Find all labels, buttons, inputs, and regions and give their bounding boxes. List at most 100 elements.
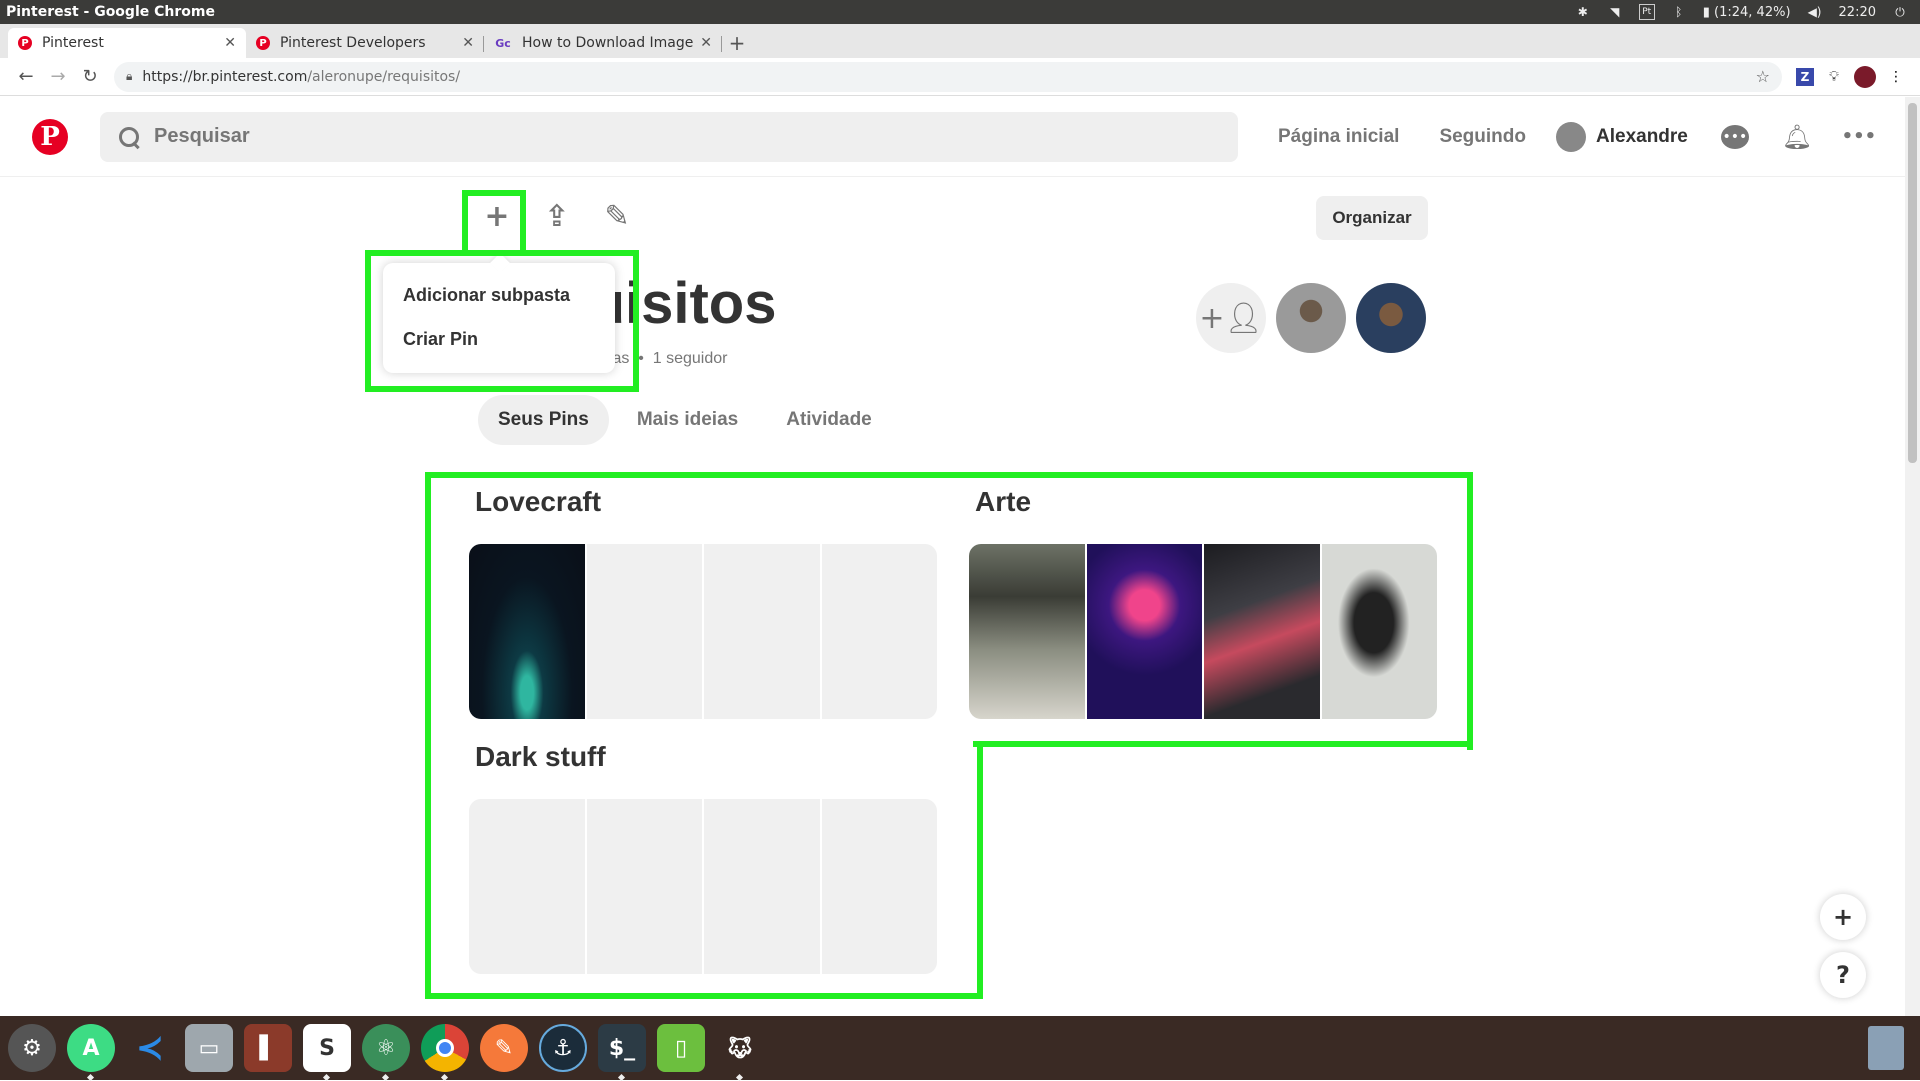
menu-item-create-pin[interactable]: Criar Pin	[383, 317, 615, 361]
keyboard-layout-indicator[interactable]: Pt	[1638, 4, 1655, 20]
page-scrollbar[interactable]	[1905, 97, 1920, 1017]
slack-icon[interactable]: S	[303, 1024, 351, 1081]
new-tab-button[interactable]: +	[722, 28, 752, 58]
tab-label: Pinterest	[42, 35, 104, 51]
close-icon[interactable]: ✕	[224, 35, 236, 51]
empty-thumbnail	[704, 544, 820, 719]
back-arrow-icon[interactable]: ←	[10, 62, 42, 92]
add-collaborator-icon[interactable]: +👤︎	[1196, 283, 1266, 353]
help-floating-button[interactable]: ?	[1820, 952, 1866, 998]
followers-count[interactable]: 1 seguidor	[653, 350, 728, 367]
section-thumbnail-grid	[969, 544, 1437, 719]
tab-activity[interactable]: Atividade	[766, 395, 892, 445]
gimp-icon[interactable]: 🐺︎	[716, 1024, 764, 1081]
forward-arrow-icon[interactable]: →	[42, 62, 74, 92]
zotero-extension-icon[interactable]: Z	[1796, 67, 1814, 86]
board-meta: stas • 1 seguidor	[600, 350, 727, 368]
trash-icon[interactable]	[1868, 1026, 1904, 1070]
android-studio-icon[interactable]: A	[67, 1024, 115, 1081]
tab-label: Pinterest Developers	[280, 35, 426, 51]
reload-icon[interactable]: ↻	[74, 62, 106, 92]
collaborator-avatar[interactable]	[1356, 283, 1426, 353]
power-icon[interactable]: ⏻	[1892, 4, 1908, 20]
avatar	[1556, 121, 1586, 152]
empty-thumbnail	[586, 799, 702, 974]
pin-thumbnail	[1321, 544, 1437, 719]
book-icon[interactable]: ▌	[244, 1024, 292, 1072]
add-floating-button[interactable]: +	[1820, 894, 1866, 940]
url-host: https://br.pinterest.com	[142, 68, 308, 85]
pin-thumbnail	[1204, 544, 1320, 719]
add-menu-dropdown: Adicionar subpasta Criar Pin	[383, 263, 615, 373]
chrome-menu-icon[interactable]: ⋮	[1882, 63, 1910, 91]
battery-indicator[interactable]: ▮ (1:24, 42%)	[1703, 5, 1791, 20]
notifications-bell-icon[interactable]: 🔔︎	[1782, 122, 1812, 152]
nav-home-link[interactable]: Página inicial	[1278, 126, 1399, 148]
settings-gear-icon[interactable]: ✱	[1575, 4, 1591, 20]
files-icon[interactable]: ▭	[185, 1024, 233, 1072]
pin-thumbnail	[969, 544, 1085, 719]
browser-toolbar: ← → ↻ 🔒︎ https://br.pinterest.com/aleron…	[0, 58, 1920, 96]
share-upload-icon[interactable]: ⇪	[537, 198, 577, 234]
pin-thumbnail	[1086, 544, 1202, 719]
user-profile-link[interactable]: Alexandre	[1556, 121, 1688, 152]
more-options-icon[interactable]: •••	[1842, 122, 1877, 152]
battery-text: (1:24, 42%)	[1714, 4, 1791, 20]
notes-app-icon[interactable]: ▯	[657, 1024, 705, 1072]
bookmark-star-icon[interactable]: ☆	[1756, 67, 1770, 86]
empty-thumbnail	[469, 799, 585, 974]
clock[interactable]: 22:20	[1839, 5, 1876, 20]
system-tray: ✱ ◥ Pt ᛒ ▮ (1:24, 42%) ◀) 22:20 ⏻	[1575, 4, 1920, 20]
vscode-icon[interactable]: ≺	[126, 1024, 174, 1072]
wifi-icon[interactable]: ◥	[1607, 4, 1623, 20]
gitkraken-icon[interactable]: ⚓︎	[539, 1024, 587, 1072]
section-thumbnail-grid	[469, 544, 937, 719]
menu-item-add-subfolder[interactable]: Adicionar subpasta	[383, 273, 615, 317]
terminal-icon[interactable]: $_	[598, 1024, 646, 1081]
volume-icon[interactable]: ◀)	[1807, 4, 1823, 20]
gc-icon: Gc	[495, 36, 511, 50]
collaborator-avatar[interactable]	[1276, 283, 1346, 353]
section-card-lovecraft[interactable]: Lovecraft	[469, 486, 937, 719]
scrollbar-thumb[interactable]	[1908, 103, 1917, 463]
add-plus-icon[interactable]: +	[477, 198, 517, 234]
section-card-dark-stuff[interactable]: Dark stuff	[469, 741, 937, 974]
window-title: Pinterest - Google Chrome	[6, 4, 215, 20]
close-icon[interactable]: ✕	[462, 35, 474, 51]
chrome-icon[interactable]	[421, 1024, 469, 1081]
board-toolbar: + ⇪ ✎	[477, 198, 637, 234]
nav-following-link[interactable]: Seguindo	[1439, 126, 1526, 148]
search-icon	[118, 126, 140, 148]
edit-pencil-icon[interactable]: ✎	[597, 198, 637, 234]
atom-icon[interactable]: ⚛︎	[362, 1024, 410, 1081]
tab-label: How to Download Images	[522, 35, 695, 51]
empty-thumbnail	[586, 544, 702, 719]
section-card-arte[interactable]: Arte	[969, 486, 1437, 719]
lightbulb-extension-icon[interactable]: 💡︎	[1820, 63, 1848, 91]
pinterest-logo-icon[interactable]: P	[32, 118, 68, 155]
address-bar[interactable]: 🔒︎ https://br.pinterest.com/aleronupe/re…	[114, 61, 1782, 92]
battery-icon: ▮	[1702, 4, 1710, 20]
lock-icon: 🔒︎	[126, 69, 133, 83]
bluetooth-icon[interactable]: ᛒ	[1671, 4, 1687, 20]
user-name: Alexandre	[1596, 125, 1688, 147]
tab-your-pins[interactable]: Seus Pins	[478, 395, 609, 445]
empty-thumbnail	[821, 544, 937, 719]
search-bar[interactable]	[100, 111, 1238, 162]
postman-icon[interactable]: ✎	[480, 1024, 528, 1072]
search-input[interactable]	[154, 125, 1054, 148]
browser-tab-pinterest[interactable]: P Pinterest ✕	[8, 28, 246, 58]
empty-thumbnail	[704, 799, 820, 974]
organize-button[interactable]: Organizar	[1316, 196, 1428, 240]
browser-tab-how-to-download[interactable]: Gc How to Download Images ✕	[484, 28, 722, 58]
os-top-bar: Pinterest - Google Chrome ✱ ◥ Pt ᛒ ▮ (1:…	[0, 0, 1920, 24]
close-icon[interactable]: ✕	[700, 35, 712, 51]
messages-icon[interactable]: •••	[1720, 122, 1750, 152]
browser-tab-strip: P Pinterest ✕ P Pinterest Developers ✕ G…	[0, 24, 1920, 58]
profile-avatar[interactable]	[1854, 65, 1876, 88]
browser-tab-pinterest-developers[interactable]: P Pinterest Developers ✕	[246, 28, 484, 58]
ubuntu-launcher-icon[interactable]: ⚙︎	[8, 1024, 56, 1072]
ubuntu-dock: ⚙︎ A ≺ ▭ ▌ S ⚛︎ ✎ ⚓︎ $_ ▯ 🐺︎	[0, 1016, 1920, 1081]
tab-more-ideas[interactable]: Mais ideias	[617, 395, 758, 445]
section-name: Arte	[975, 486, 1032, 517]
